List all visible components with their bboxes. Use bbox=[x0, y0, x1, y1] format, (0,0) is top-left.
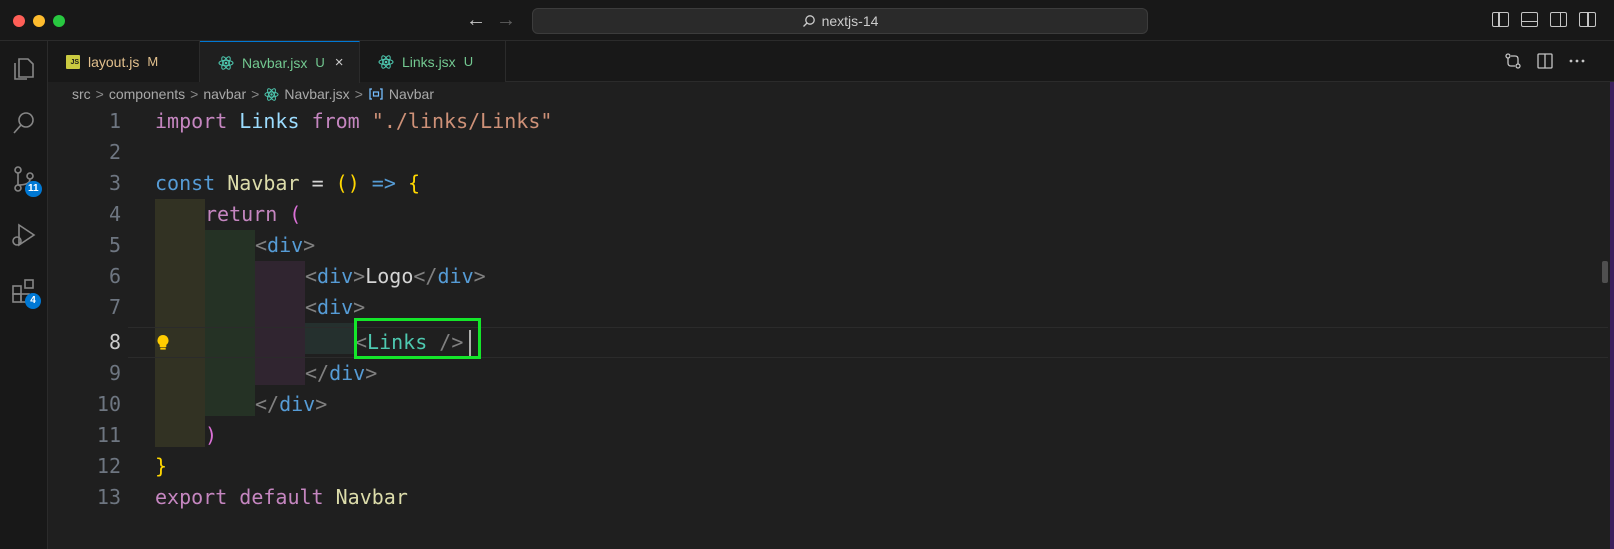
line-number-active: 8 bbox=[108, 330, 121, 354]
line-number: 4 bbox=[108, 202, 121, 226]
line-number: 9 bbox=[108, 361, 121, 385]
tab-label: Links.jsx bbox=[402, 53, 456, 70]
compare-changes-icon[interactable] bbox=[1504, 52, 1522, 70]
toggle-secondary-sidebar-icon[interactable] bbox=[1550, 12, 1567, 27]
text-cursor bbox=[469, 330, 471, 356]
customize-layout-icon[interactable] bbox=[1579, 12, 1596, 27]
line-number: 1 bbox=[108, 109, 121, 133]
search-icon[interactable] bbox=[0, 99, 48, 147]
code-line-13: export default Navbar bbox=[155, 485, 408, 509]
layout-controls bbox=[1492, 12, 1596, 27]
code-line-10: </div> bbox=[255, 392, 328, 416]
code-line-11: ) bbox=[205, 423, 218, 447]
tab-layout-js[interactable]: JS layout.js M bbox=[48, 41, 200, 82]
activity-bar: 11 4 bbox=[0, 41, 48, 549]
window-minimize-button[interactable] bbox=[33, 15, 45, 27]
tab-navbar-jsx[interactable]: Navbar.jsx U × bbox=[200, 41, 360, 83]
indent-guide bbox=[155, 199, 205, 447]
vertical-scrollbar[interactable] bbox=[1600, 106, 1610, 549]
indent-guide bbox=[205, 230, 255, 416]
breadcrumb-item-src[interactable]: src bbox=[72, 86, 91, 102]
line-number: 5 bbox=[108, 233, 121, 257]
title-bar: ← → nextjs-14 bbox=[0, 0, 1614, 41]
window-close-button[interactable] bbox=[13, 15, 25, 27]
command-center[interactable]: nextjs-14 bbox=[532, 8, 1148, 34]
tab-links-jsx[interactable]: Links.jsx U bbox=[360, 41, 506, 82]
code-line-6: <div>Logo</div> bbox=[305, 264, 486, 288]
more-actions-icon[interactable] bbox=[1568, 52, 1586, 70]
breadcrumb-item-symbol[interactable]: Navbar bbox=[389, 86, 434, 102]
toggle-primary-sidebar-icon[interactable] bbox=[1492, 12, 1509, 27]
line-number: 7 bbox=[108, 295, 121, 319]
breadcrumb-separator: > bbox=[95, 86, 104, 102]
code-line-4: return ( bbox=[205, 202, 302, 226]
code-line-5: <div> bbox=[255, 233, 316, 257]
line-number: 2 bbox=[108, 140, 121, 164]
annotation-highlight-box bbox=[354, 318, 481, 359]
source-control-icon[interactable]: 11 bbox=[0, 155, 48, 203]
react-icon bbox=[218, 55, 234, 70]
arrow-left-icon[interactable]: ← bbox=[466, 9, 486, 31]
window-maximize-button[interactable] bbox=[53, 15, 65, 27]
lightbulb-icon[interactable] bbox=[156, 334, 170, 351]
tab-git-status: M bbox=[147, 54, 159, 69]
tab-git-status: U bbox=[463, 54, 474, 69]
extensions-icon[interactable]: 4 bbox=[0, 267, 48, 315]
tab-label: Navbar.jsx bbox=[242, 54, 308, 71]
current-line-highlight bbox=[128, 327, 1608, 358]
line-number: 6 bbox=[108, 264, 121, 288]
scrollbar-thumb[interactable] bbox=[1602, 261, 1608, 283]
breadcrumb: src > components > navbar > Navbar.jsx >… bbox=[72, 83, 434, 105]
breadcrumb-item-navbar[interactable]: navbar bbox=[203, 86, 246, 102]
breadcrumb-separator: > bbox=[251, 86, 260, 102]
search-icon bbox=[802, 15, 815, 27]
react-icon bbox=[264, 87, 279, 101]
line-number: 11 bbox=[96, 423, 121, 447]
breadcrumb-separator: > bbox=[354, 86, 363, 102]
run-debug-icon[interactable] bbox=[0, 211, 48, 259]
line-number: 3 bbox=[108, 171, 121, 195]
react-icon bbox=[378, 54, 394, 69]
code-line-9: </div> bbox=[305, 361, 378, 385]
extensions-badge: 4 bbox=[25, 293, 41, 309]
breadcrumb-separator: > bbox=[190, 86, 199, 102]
breadcrumb-item-components[interactable]: components bbox=[109, 86, 185, 102]
indent-guide bbox=[255, 261, 305, 385]
tab-bar: JS layout.js M Navbar.jsx U × Links.jsx … bbox=[48, 41, 1614, 83]
symbol-variable-icon bbox=[369, 88, 383, 100]
tab-label: layout.js bbox=[88, 53, 140, 70]
editor-actions bbox=[1504, 52, 1586, 70]
source-control-badge: 11 bbox=[25, 181, 42, 197]
line-number: 13 bbox=[96, 485, 121, 509]
code-editor[interactable]: 1 2 3 4 5 6 7 8 9 10 11 12 13 import Lin… bbox=[48, 106, 1614, 549]
split-editor-icon[interactable] bbox=[1536, 52, 1554, 70]
js-file-icon: JS bbox=[66, 54, 80, 69]
line-number: 12 bbox=[96, 454, 121, 478]
breadcrumb-item-file[interactable]: Navbar.jsx bbox=[284, 86, 349, 102]
toggle-panel-icon[interactable] bbox=[1521, 12, 1538, 27]
explorer-icon[interactable] bbox=[0, 45, 48, 93]
arrow-right-icon[interactable]: → bbox=[496, 9, 516, 31]
code-line-3: const Navbar = () => { bbox=[155, 171, 420, 195]
command-center-label: nextjs-14 bbox=[821, 13, 879, 29]
line-number: 10 bbox=[96, 392, 121, 416]
code-line-1: import Links from "./links/Links" bbox=[155, 109, 553, 133]
code-line-12: } bbox=[155, 454, 168, 478]
window-edge-strip bbox=[1610, 82, 1614, 549]
close-icon[interactable]: × bbox=[335, 54, 344, 71]
tab-git-status: U bbox=[315, 55, 325, 70]
